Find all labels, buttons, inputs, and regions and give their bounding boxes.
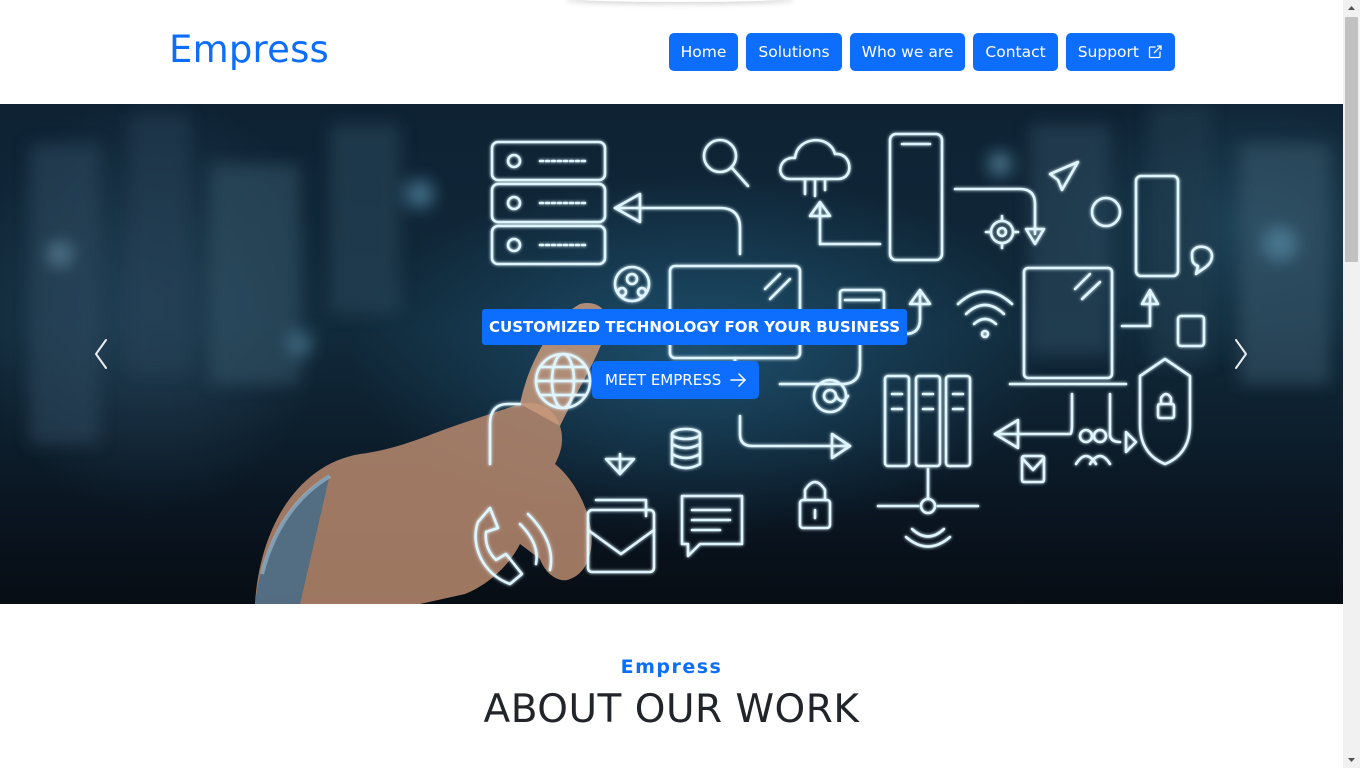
- nav-contact-label: Contact: [985, 43, 1046, 61]
- about-kicker: Empress: [620, 656, 723, 678]
- nav-home-button[interactable]: Home: [668, 33, 739, 71]
- nav-solutions-label: Solutions: [758, 43, 830, 61]
- external-link-icon: [1148, 45, 1162, 59]
- scroll-down-icon[interactable]: [1343, 751, 1360, 768]
- nav-home-label: Home: [680, 43, 727, 61]
- scrollbar-thumb[interactable]: [1345, 17, 1358, 262]
- chevron-left-icon: [95, 339, 107, 369]
- main-nav: Home Solutions Who we are Contact Suppor…: [668, 33, 1175, 71]
- top-shadow-decoration: [565, 0, 795, 2]
- vertical-scrollbar[interactable]: [1343, 0, 1360, 768]
- scroll-up-icon[interactable]: [1343, 0, 1360, 17]
- meet-empress-button[interactable]: MEET EMPRESS: [592, 361, 760, 399]
- carousel-prev-button[interactable]: [89, 336, 113, 372]
- chevron-right-icon: [1235, 339, 1247, 369]
- carousel-next-button[interactable]: [1229, 336, 1253, 372]
- nav-support-label: Support: [1077, 43, 1139, 61]
- hero-carousel: CUSTOMIZED TECHNOLOGY FOR YOUR BUSINESS …: [0, 104, 1343, 604]
- brand-logo[interactable]: Empress: [169, 26, 329, 74]
- arrow-right-icon: [730, 373, 746, 387]
- hero-technology-illustration: [30, 104, 1330, 604]
- meet-empress-label: MEET EMPRESS: [605, 371, 722, 389]
- nav-who-we-are-button[interactable]: Who we are: [849, 33, 966, 71]
- nav-contact-button[interactable]: Contact: [973, 33, 1058, 71]
- nav-solutions-button[interactable]: Solutions: [746, 33, 842, 71]
- hero-caption: CUSTOMIZED TECHNOLOGY FOR YOUR BUSINESS: [482, 309, 907, 345]
- about-title: ABOUT OUR WORK: [483, 687, 860, 732]
- nav-support-button[interactable]: Support: [1065, 33, 1175, 71]
- nav-who-we-are-label: Who we are: [861, 43, 954, 61]
- site-header: Empress Home Solutions Who we are Contac…: [0, 0, 1343, 104]
